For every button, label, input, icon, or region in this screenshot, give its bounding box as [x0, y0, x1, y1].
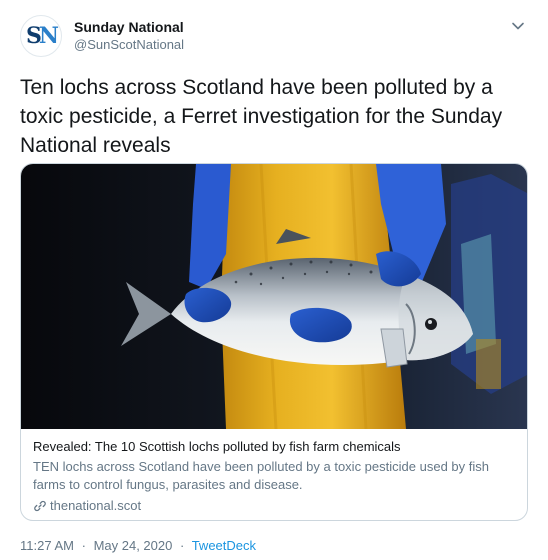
chevron-down-icon[interactable]: [508, 16, 528, 36]
tweet-text: Ten lochs across Scotland have been poll…: [20, 76, 503, 157]
card-description: TEN lochs across Scotland have been poll…: [33, 459, 489, 492]
meta-separator-2: ·: [179, 538, 185, 553]
author-names: Sunday National @SunScotNational: [74, 18, 184, 54]
tweet-time[interactable]: 11:27 AM: [20, 538, 74, 553]
avatar[interactable]: SN: [20, 15, 62, 57]
link-card[interactable]: Revealed: The 10 Scottish lochs polluted…: [20, 163, 528, 521]
card-domain-text: thenational.scot: [50, 498, 142, 513]
meta-separator: ·: [81, 538, 86, 553]
user-handle[interactable]: @SunScotNational: [74, 36, 184, 54]
tweet-header: SN Sunday National @SunScotNational: [20, 14, 528, 58]
tweet: SN Sunday National @SunScotNational Ten …: [0, 0, 548, 560]
card-domain[interactable]: thenational.scot: [33, 497, 515, 515]
tweet-date[interactable]: May 24, 2020: [94, 538, 173, 553]
tweet-source[interactable]: TweetDeck: [192, 538, 256, 553]
card-image: [21, 164, 527, 429]
link-icon: [33, 499, 47, 513]
tweet-meta: 11:27 AM · May 24, 2020 · TweetDeck: [20, 537, 256, 555]
display-name[interactable]: Sunday National: [74, 18, 184, 36]
card-title[interactable]: Revealed: The 10 Scottish lochs polluted…: [33, 438, 515, 456]
card-body: Revealed: The 10 Scottish lochs polluted…: [21, 429, 527, 515]
sunday-national-logo: SN: [26, 23, 59, 49]
